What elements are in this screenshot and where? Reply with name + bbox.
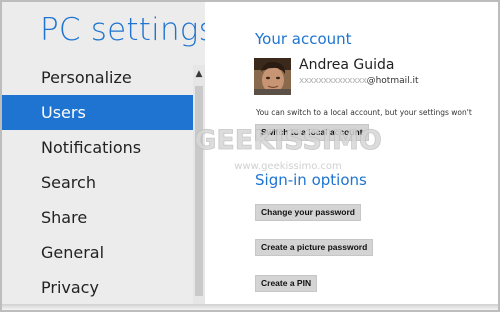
bottom-shadow <box>2 304 498 310</box>
email-masked: xxxxxxxxxxxxxx <box>299 76 367 86</box>
avatar <box>254 58 291 95</box>
your-account-heading: Your account <box>255 30 352 48</box>
change-password-button[interactable]: Change your password <box>255 204 361 221</box>
nav-item-users[interactable]: Users <box>2 95 193 130</box>
account-description: You can switch to a local account, but y… <box>256 108 472 117</box>
nav-item-privacy[interactable]: Privacy <box>2 270 193 305</box>
sign-in-options-heading: Sign-in options <box>255 171 367 189</box>
nav-item-notifications[interactable]: Notifications <box>2 130 193 165</box>
nav-scroll-thumb[interactable] <box>195 86 203 296</box>
create-pin-button[interactable]: Create a PIN <box>255 275 318 292</box>
nav-item-share[interactable]: Share <box>2 200 193 235</box>
nav-item-search[interactable]: Search <box>2 165 193 200</box>
user-email: xxxxxxxxxxxxxx@hotmail.it <box>299 76 419 86</box>
chevron-up-icon[interactable]: ▲ <box>193 68 205 80</box>
page-title: PC settings <box>40 12 215 48</box>
create-picture-password-button[interactable]: Create a picture password <box>255 239 374 256</box>
switch-local-account-button[interactable]: Switch to a local account <box>255 124 369 141</box>
email-domain: @hotmail.it <box>366 76 419 86</box>
nav-item-personalize[interactable]: Personalize <box>2 60 193 95</box>
user-name: Andrea Guida <box>299 57 395 73</box>
nav-item-general[interactable]: General <box>2 235 193 270</box>
pc-settings-window: PC settings Personalize Users Notificati… <box>0 0 500 312</box>
avatar-photo <box>254 58 291 95</box>
